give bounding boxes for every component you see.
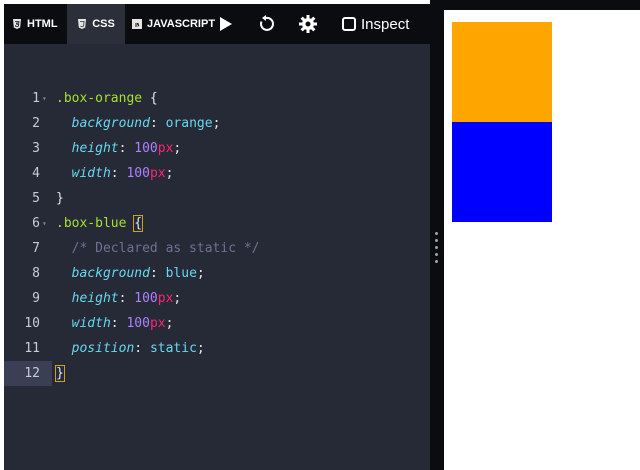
- code-line-text: background: blue;: [71, 266, 205, 281]
- code-line[interactable]: 8 background: blue;: [4, 261, 430, 286]
- html5-icon: [13, 19, 21, 29]
- code-editor-panel: HTML CSS JAVASCRIPT Inspect 1 ▾ .box-ora…: [4, 4, 430, 470]
- code-line[interactable]: 9 height: 100px;: [4, 286, 430, 311]
- code-line[interactable]: 3 height: 100px;: [4, 136, 430, 161]
- reset-button[interactable]: [254, 4, 278, 44]
- code-line[interactable]: 2 background: orange;: [4, 111, 430, 136]
- line-number: 6: [32, 216, 40, 231]
- code-line-text: background: orange;: [71, 116, 221, 131]
- fold-caret-icon[interactable]: ▾: [42, 211, 47, 236]
- inspect-label: Inspect: [361, 15, 410, 33]
- tab-html[interactable]: HTML: [12, 4, 58, 44]
- settings-button[interactable]: [296, 4, 320, 44]
- editor-toolbar: HTML CSS JAVASCRIPT Inspect: [4, 4, 430, 44]
- line-number: 11: [24, 341, 40, 356]
- tab-html-label: HTML: [27, 18, 58, 30]
- code-line-text: width: 100px;: [71, 166, 174, 181]
- code-line[interactable]: 12}: [4, 361, 430, 386]
- code-line[interactable]: 4 width: 100px;: [4, 161, 430, 186]
- code-line-text: /* Declared as static */: [71, 241, 260, 256]
- code-line-text: width: 100px;: [71, 316, 174, 331]
- code-line-text: height: 100px;: [71, 141, 182, 156]
- reset-icon: [260, 15, 274, 31]
- top-strip: [430, 0, 640, 10]
- code-area[interactable]: 1 ▾ .box-orange {2 background: orange; 3 he…: [4, 86, 430, 386]
- tab-javascript-label: JAVASCRIPT: [147, 18, 216, 30]
- drag-dots-icon: [435, 232, 439, 267]
- code-line-text: }: [56, 191, 64, 206]
- js-icon: [132, 19, 142, 29]
- preview-pane: [444, 10, 640, 470]
- panel-resize-handle[interactable]: [430, 4, 444, 470]
- code-line[interactable]: 6 ▾ .box-blue {: [4, 211, 430, 236]
- line-number: 4: [32, 166, 40, 181]
- code-line-text: .box-orange {: [56, 91, 158, 106]
- line-number: 10: [24, 316, 40, 331]
- line-number: 3: [32, 141, 40, 156]
- tab-css-label: CSS: [92, 18, 115, 30]
- line-number: 9: [32, 291, 40, 306]
- play-icon: [220, 17, 232, 31]
- line-number: 8: [32, 266, 40, 281]
- code-line[interactable]: 1 ▾ .box-orange {: [4, 86, 430, 111]
- line-number: 7: [32, 241, 40, 256]
- inspect-checkbox[interactable]: [342, 17, 356, 31]
- preview-box-blue: [452, 122, 552, 222]
- gear-icon: [299, 15, 317, 33]
- line-number: 5: [32, 191, 40, 206]
- css3-icon: [78, 19, 87, 29]
- run-button[interactable]: [216, 4, 236, 44]
- code-line[interactable]: 5}: [4, 186, 430, 211]
- code-line[interactable]: 10 width: 100px;: [4, 311, 430, 336]
- tab-javascript[interactable]: JAVASCRIPT: [132, 4, 220, 44]
- preview-box-orange: [452, 22, 552, 122]
- code-line-text: .box-blue {: [56, 215, 144, 232]
- line-number: 2: [32, 116, 40, 131]
- inspect-toggle[interactable]: Inspect: [342, 4, 409, 44]
- code-line[interactable]: 11 position: static;: [4, 336, 430, 361]
- tab-css[interactable]: CSS: [67, 4, 125, 44]
- line-number: 12: [24, 366, 40, 381]
- code-line-text: }: [55, 365, 65, 382]
- code-line-text: height: 100px;: [71, 291, 182, 306]
- code-line-text: position: static;: [71, 341, 205, 356]
- line-number: 1: [32, 91, 40, 106]
- code-line[interactable]: 7 /* Declared as static */: [4, 236, 430, 261]
- fold-caret-icon[interactable]: ▾: [42, 86, 47, 111]
